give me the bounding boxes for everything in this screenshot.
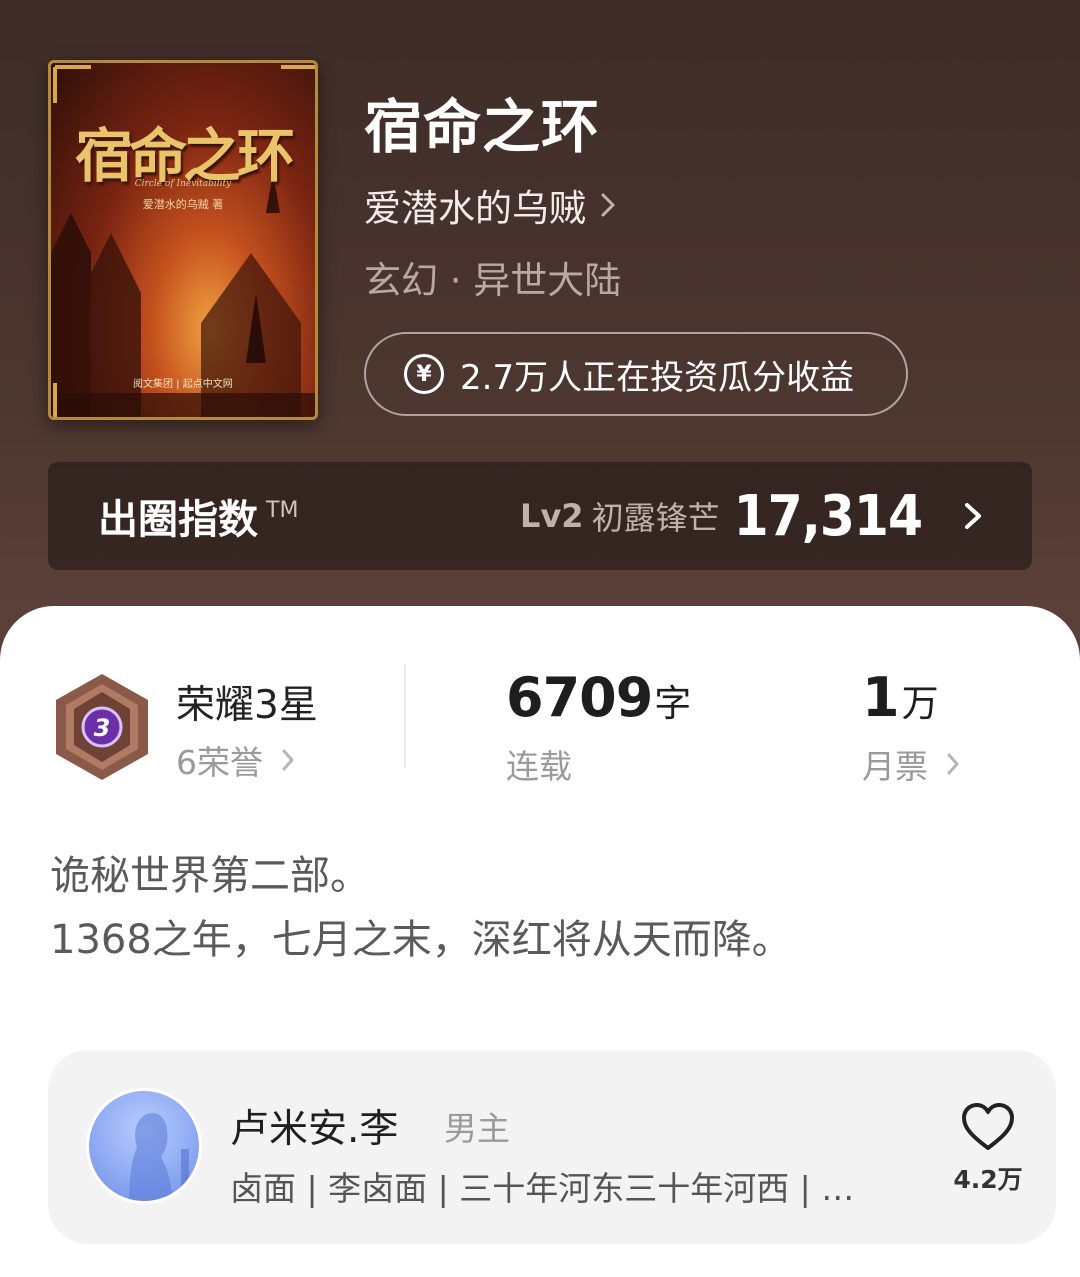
stats-divider (404, 664, 406, 768)
author-link[interactable]: 爱潜水的乌贼 (364, 178, 616, 232)
word-count-unit: 字 (654, 682, 692, 725)
honor-badge-icon: 3 (56, 674, 148, 780)
cover-subtitle: Circle of Inevitability (134, 179, 232, 189)
chevron-right-icon (965, 503, 981, 529)
book-cover[interactable]: 宿命之环 Circle of Inevitability 爱潜水的乌贼 著 阅文… (48, 60, 318, 420)
monthly-votes: 1 万 (862, 666, 939, 729)
character-tags: 卤面 | 李卤面 | 三十年河东三十年河西 | … (230, 1169, 855, 1208)
cover-publisher: 阅文集团 | 起点中文网 (133, 379, 233, 390)
character-card[interactable]: 卢米安.李 男主 卤面 | 李卤面 | 三十年河东三十年河西 | … 4.2万 (48, 1050, 1056, 1244)
index-level: Lv2 (520, 497, 584, 535)
index-level-name: 初露锋芒 (591, 499, 720, 537)
synopsis-line: 诡秘世界第二部。 (50, 853, 370, 899)
book-title: 宿命之环 (364, 93, 601, 161)
yen-coin-icon: ¥ (404, 354, 444, 394)
character-name: 卢米安.李 (230, 1107, 399, 1152)
like-button[interactable]: 4.2万 (952, 1102, 1024, 1196)
cover-author: 爱潜水的乌贼 著 (142, 198, 224, 211)
like-count: 4.2万 (953, 1165, 1023, 1194)
trademark-mark: TM (266, 498, 299, 523)
character-role: 男主 (444, 1109, 510, 1148)
character-avatar (86, 1088, 202, 1204)
word-count: 6709 字 (506, 666, 691, 729)
votes-label: 月票 (862, 747, 928, 786)
heart-icon (962, 1103, 1014, 1150)
stats-row: 3 荣耀3星 6荣誉 6709 字 连载 1 万 月票 (0, 662, 1080, 786)
index-label: 出圈指数 (98, 497, 258, 543)
genre-label: 玄幻 · 异世大陆 (364, 259, 622, 302)
monthly-votes-link[interactable]: 月票 (862, 740, 960, 788)
book-detail-card: 3 荣耀3星 6荣誉 6709 字 连载 1 万 月票 诡秘世界第二部。 136… (0, 606, 1080, 1277)
word-count-number: 6709 (506, 666, 653, 729)
chevron-right-icon (601, 193, 615, 217)
votes-unit: 万 (901, 682, 939, 725)
invest-text: 2.7万人正在投资瓜分收益 (460, 357, 855, 398)
honor-link[interactable]: 6荣誉 (176, 736, 295, 784)
honor-count: 6荣誉 (176, 743, 263, 782)
votes-number: 1 (862, 666, 900, 729)
badge-number: 3 (94, 714, 111, 742)
invest-button[interactable]: ¥ 2.7万人正在投资瓜分收益 (364, 332, 908, 416)
popularity-index-bar[interactable]: 出圈指数 TM Lv2 初露锋芒 17,314 (48, 462, 1032, 570)
index-value: 17,314 (733, 483, 923, 549)
chevron-right-icon (282, 749, 294, 771)
chevron-right-icon (947, 753, 959, 775)
honor-title: 荣耀3星 (176, 683, 318, 728)
author-name: 爱潜水的乌贼 (364, 187, 586, 230)
synopsis-line: 1368之年，七月之末，深红将从天而降。 (50, 917, 792, 963)
character-silhouette-icon (129, 1113, 189, 1201)
serial-status: 连载 (506, 747, 572, 786)
synopsis[interactable]: 诡秘世界第二部。 1368之年，七月之末，深红将从天而降。 (50, 844, 792, 972)
